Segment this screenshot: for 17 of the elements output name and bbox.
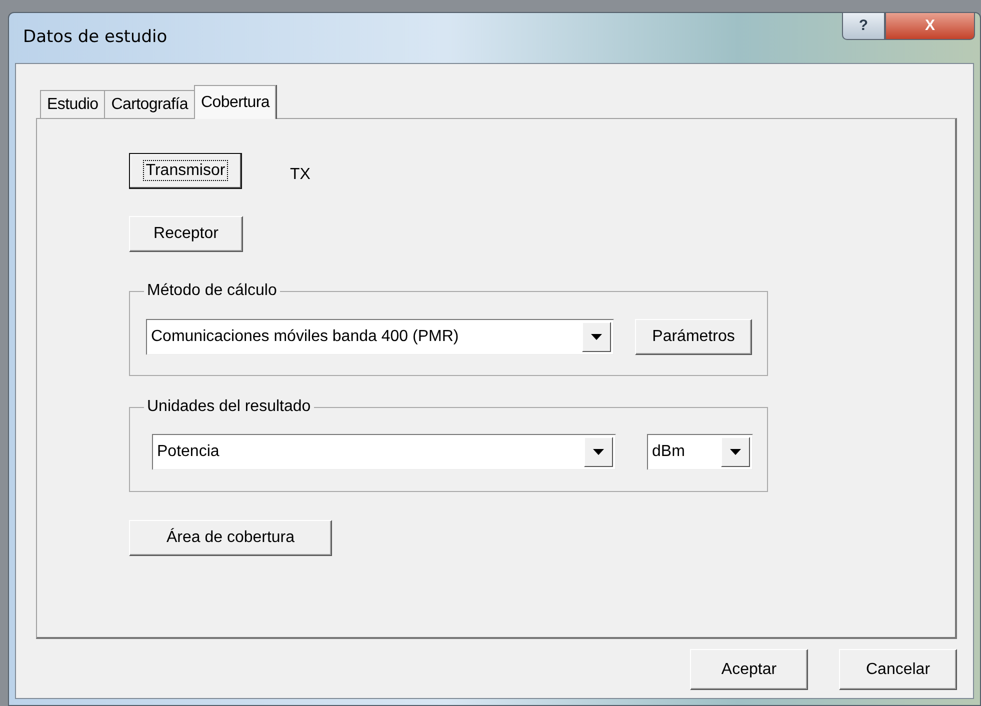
units-dropdown[interactable]: Potencia — [152, 434, 616, 470]
dropdown-arrow-icon — [591, 334, 602, 340]
method-dropdown[interactable]: Comunicaciones móviles banda 400 (PMR) — [146, 319, 614, 355]
dropdown-arrow-icon — [593, 449, 604, 455]
accept-button[interactable]: Aceptar — [690, 649, 808, 690]
receiver-button[interactable]: Receptor — [129, 216, 243, 252]
parameters-button[interactable]: Parámetros — [635, 319, 752, 355]
coverage-area-button[interactable]: Área de cobertura — [129, 520, 332, 556]
tab[interactable]: Estudio — [40, 90, 106, 118]
tab[interactable]: Cobertura — [194, 85, 276, 119]
transmitter-value: TX — [290, 165, 310, 185]
cancel-button[interactable]: Cancelar — [839, 649, 957, 690]
window-title: Datos de estudio — [22, 26, 168, 50]
help-button[interactable]: ? — [842, 12, 885, 40]
unit-dropdown[interactable]: dBm — [647, 434, 753, 470]
transmitter-button[interactable]: Transmisor — [129, 153, 242, 189]
dropdown-arrow-icon — [730, 449, 741, 455]
